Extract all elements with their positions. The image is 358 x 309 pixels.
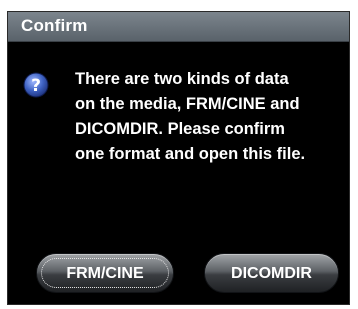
- dicomdir-button-label: DICOMDIR: [231, 265, 312, 282]
- dialog-title: Confirm: [21, 16, 88, 35]
- confirm-dialog: Confirm ? There are two kinds of data on…: [7, 11, 350, 305]
- question-icon: ?: [23, 72, 49, 98]
- dialog-titlebar: Confirm: [8, 12, 349, 42]
- dicomdir-button[interactable]: DICOMDIR: [204, 253, 339, 293]
- svg-text:?: ?: [31, 76, 41, 96]
- dialog-message: There are two kinds of data on the media…: [75, 70, 306, 163]
- frm-cine-button-label: FRM/CINE: [66, 265, 144, 282]
- frm-cine-button[interactable]: FRM/CINE: [36, 253, 174, 293]
